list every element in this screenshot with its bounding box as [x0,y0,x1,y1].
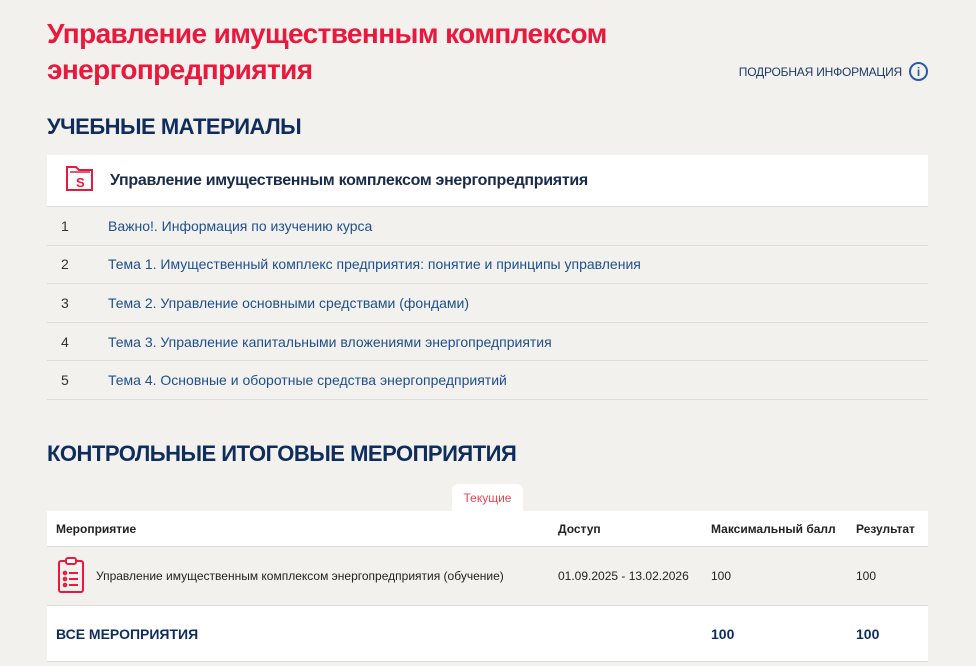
course-folder-icon: S [64,163,96,198]
svg-text:S: S [76,175,85,190]
control-table: Мероприятие Доступ Максимальный балл Рез… [47,511,928,662]
event-max: 100 [711,569,732,583]
more-info-label: ПОДРОБНАЯ ИНФОРМАЦИЯ [738,64,902,79]
material-number: 2 [61,256,69,273]
material-link[interactable]: Тема 3. Управление капитальными вложения… [108,334,552,350]
total-label: ВСЕ МЕРОПРИЯТИЯ [56,625,199,642]
material-item[interactable]: 3 Тема 2. Управление основными средствами… [47,284,928,323]
col-max: Максимальный балл [711,521,836,536]
material-number: 4 [61,333,69,350]
material-link[interactable]: Тема 4. Основные и оборотные средства эн… [108,372,507,388]
col-event: Мероприятие [56,521,137,536]
material-link[interactable]: Тема 1. Имущественный комплекс предприят… [108,256,641,272]
course-header[interactable]: S Управление имущественным комплексом эн… [47,155,928,207]
material-link[interactable]: Важно!. Информация по изучению курса [108,218,372,234]
table-total: ВСЕ МЕРОПРИЯТИЯ 100 100 [47,606,928,662]
material-number: 5 [61,372,69,389]
material-number: 1 [61,217,69,234]
info-icon: i [909,62,928,81]
col-access: Доступ [558,521,601,536]
control-heading: КОНТРОЛЬНЫЕ ИТОГОВЫЕ МЕРОПРИЯТИЯ [47,441,517,466]
more-info-link[interactable]: ПОДРОБНАЯ ИНФОРМАЦИЯ i [739,62,928,81]
material-item[interactable]: 1 Важно!. Информация по изучению курса [47,207,928,246]
material-item[interactable]: 4 Тема 3. Управление капитальными вложени… [47,323,928,362]
material-number: 3 [61,294,69,311]
col-result: Результат [856,521,915,536]
total-result: 100 [856,625,880,642]
event-result: 100 [856,569,877,583]
materials-heading: УЧЕБНЫЕ МАТЕРИАЛЫ [47,114,302,139]
table-row[interactable]: Управление имущественным комплексом энер… [47,547,928,606]
clipboard-icon [56,556,86,597]
event-access: 01.09.2025 - 13.02.2026 [558,569,689,583]
course-title: Управление имущественным комплексом энер… [110,171,588,189]
material-link[interactable]: Тема 2. Управление основными средствами … [108,295,469,311]
page-title: Управление имущественным комплексом энер… [47,18,607,85]
table-header: Мероприятие Доступ Максимальный балл Рез… [47,511,928,547]
event-name[interactable]: Управление имущественным комплексом энер… [96,569,504,583]
tab-current[interactable]: Текущие [452,484,523,512]
material-item[interactable]: 2 Тема 1. Имущественный комплекс предприя… [47,246,928,285]
material-item[interactable]: 5 Тема 4. Основные и оборотные средства э… [47,361,928,400]
materials-card: S Управление имущественным комплексом эн… [47,155,928,400]
total-max: 100 [711,625,735,642]
